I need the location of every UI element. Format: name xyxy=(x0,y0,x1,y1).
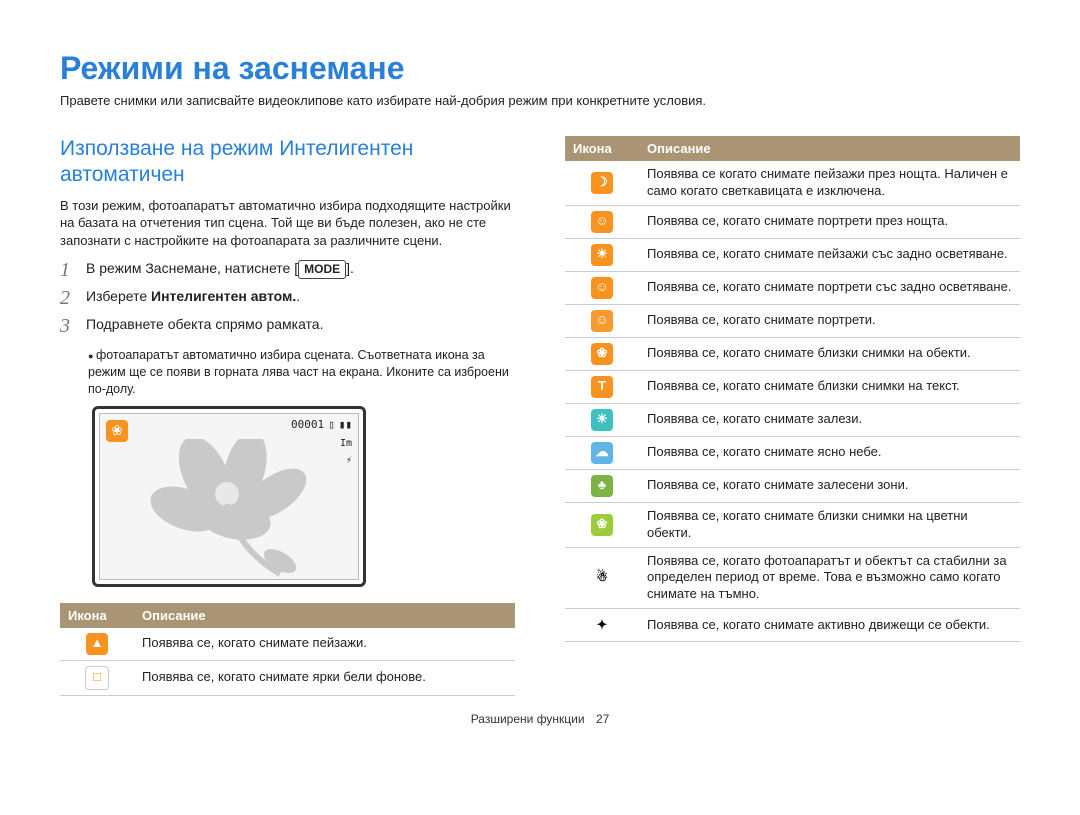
step-number: 3 xyxy=(60,315,86,337)
row-desc: Появява се, когато фотоапаратът и обектъ… xyxy=(639,547,1020,609)
table-row: ☺ Появява се, когато снимате портрети. xyxy=(565,304,1020,337)
shot-counter: 00001 xyxy=(291,418,324,431)
row-icon-cell: ☀ xyxy=(565,238,639,271)
mode-icon: ✦ xyxy=(591,614,613,636)
table-row: ❀ Появява се, когато снимате близки снимк… xyxy=(565,502,1020,547)
row-desc: Появява се, когато снимате пейзажи със з… xyxy=(639,238,1020,271)
row-icon-cell: ✦ xyxy=(565,609,639,642)
table-row: ☃ Появява се, когато фотоапаратът и обект… xyxy=(565,547,1020,609)
table-row: ❀ Появява се, когато снимате близки снимк… xyxy=(565,337,1020,370)
step-3: Подравнете обекта спрямо рамката. xyxy=(86,315,323,334)
mode-icon: ☺ xyxy=(591,277,613,299)
page-number: 27 xyxy=(596,712,609,726)
flower-graphic xyxy=(135,439,315,579)
col-header-desc: Описание xyxy=(639,136,1020,161)
table-row: ♣ Появява се, когато снимате залесени зон… xyxy=(565,469,1020,502)
row-icon-cell: ❀ xyxy=(565,337,639,370)
row-icon-cell: ☺ xyxy=(565,304,639,337)
col-header-icon: Икона xyxy=(60,603,134,628)
left-column: Използване на режим Интелигентен автомат… xyxy=(60,136,515,696)
table-row: ▲ Появява се, когато снимате пейзажи. xyxy=(60,628,515,661)
row-desc: Появява се, когато снимате пейзажи. xyxy=(134,628,515,661)
row-desc: Появява се, когато снимате ясно небе. xyxy=(639,436,1020,469)
row-desc: Появява се, когато снимате залесени зони… xyxy=(639,469,1020,502)
macro-icon: ❀ xyxy=(106,420,128,442)
col-header-icon: Икона xyxy=(565,136,639,161)
mode-icon: ☽ xyxy=(591,172,613,194)
row-desc: Появява се, когато снимате портрети през… xyxy=(639,205,1020,238)
row-icon-cell: ☽ xyxy=(565,161,639,205)
row-desc: Появява се, когато снимате ярки бели фон… xyxy=(134,660,515,695)
row-desc: Появява се, когато снимате близки снимки… xyxy=(639,502,1020,547)
mode-icon: T xyxy=(591,376,613,398)
row-icon-cell: ☺ xyxy=(565,271,639,304)
battery-icon: ▮▮ xyxy=(339,418,352,431)
col-header-desc: Описание xyxy=(134,603,515,628)
table-row: ☽ Появява се когато снимате пейзажи през … xyxy=(565,161,1020,205)
side-indicators: Im ⚡ xyxy=(340,438,352,466)
mode-icon: ☃ xyxy=(591,567,613,589)
row-icon-cell: □ xyxy=(60,660,134,695)
camera-screen-frame: ❀ 00001 ▯ ▮▮ Im ⚡ xyxy=(92,406,366,587)
sd-card-icon: ▯ xyxy=(328,418,335,431)
mode-icon: ☁ xyxy=(591,442,613,464)
row-icon-cell: ☀ xyxy=(565,403,639,436)
row-desc: Появява се, когато снимате портрети със … xyxy=(639,271,1020,304)
mode-icon: ♣ xyxy=(591,475,613,497)
status-bar: 00001 ▯ ▮▮ xyxy=(291,418,352,431)
row-desc: Появява се, когато снимате близки снимки… xyxy=(639,370,1020,403)
row-desc: Появява се, когато снимате близки снимки… xyxy=(639,337,1020,370)
camera-screen: ❀ 00001 ▯ ▮▮ Im ⚡ xyxy=(99,413,359,580)
step-2: Изберете Интелигентен автом.. xyxy=(86,287,300,306)
image-size-indicator: Im xyxy=(340,438,352,449)
row-icon-cell: ♣ xyxy=(565,469,639,502)
mode-icon: ❀ xyxy=(591,514,613,536)
section-heading: Използване на режим Интелигентен автомат… xyxy=(60,136,515,189)
row-desc: Появява се когато снимате пейзажи през н… xyxy=(639,161,1020,205)
mode-icon: ❀ xyxy=(591,343,613,365)
mode-icon: ☀ xyxy=(591,409,613,431)
steps-list: 1 В режим Заснемане, натиснете [MODE]. 2… xyxy=(60,259,515,337)
row-desc: Появява се, когато снимате портрети. xyxy=(639,304,1020,337)
page-title: Режими на заснемане xyxy=(60,50,1020,87)
row-icon-cell: ▲ xyxy=(60,628,134,661)
flash-indicator: ⚡ xyxy=(340,455,352,466)
row-icon-cell: ☃ xyxy=(565,547,639,609)
row-desc: Появява се, когато снимате залези. xyxy=(639,403,1020,436)
mode-icon: ☺ xyxy=(591,211,613,233)
row-icon-cell: T xyxy=(565,370,639,403)
mode-icon: ☀ xyxy=(591,244,613,266)
section-body: В този режим, фотоапаратът автоматично и… xyxy=(60,197,515,250)
table-row: □ Появява се, когато снимате ярки бели фо… xyxy=(60,660,515,695)
row-icon-cell: ❀ xyxy=(565,502,639,547)
step-3-sub: фотоапаратът автоматично избира сцената.… xyxy=(88,347,515,398)
step-1: В режим Заснемане, натиснете [MODE]. xyxy=(86,259,354,278)
table-row: ☁ Появява се, когато снимате ясно небе. xyxy=(565,436,1020,469)
footer-label: Разширени функции xyxy=(471,712,585,726)
table-row: ✦ Появява се, когато снимате активно движ… xyxy=(565,609,1020,642)
row-icon-cell: ☺ xyxy=(565,205,639,238)
mode-icon: □ xyxy=(85,666,109,690)
table-row: ☀ Появява се, когато снимате пейзажи със … xyxy=(565,238,1020,271)
mode-button-label: MODE xyxy=(298,260,346,278)
table-row: ☀ Появява се, когато снимате залези. xyxy=(565,403,1020,436)
step-number: 1 xyxy=(60,259,86,281)
page-intro: Правете снимки или записвайте видеоклипо… xyxy=(60,93,1020,108)
page-footer: Разширени функции 27 xyxy=(60,712,1020,726)
icon-table-right: Икона Описание ☽ Появява се когато снимат… xyxy=(565,136,1020,642)
row-desc: Появява се, когато снимате активно движе… xyxy=(639,609,1020,642)
step-number: 2 xyxy=(60,287,86,309)
step-3-subitem: фотоапаратът автоматично избира сцената.… xyxy=(88,347,515,398)
icon-table-left: Икона Описание ▲ Появява се, когато снима… xyxy=(60,603,515,696)
mode-icon: ▲ xyxy=(86,633,108,655)
table-row: T Появява се, когато снимате близки снимк… xyxy=(565,370,1020,403)
right-column: Икона Описание ☽ Появява се когато снимат… xyxy=(565,136,1020,696)
row-icon-cell: ☁ xyxy=(565,436,639,469)
table-row: ☺ Появява се, когато снимате портрети със… xyxy=(565,271,1020,304)
table-row: ☺ Появява се, когато снимате портрети пре… xyxy=(565,205,1020,238)
mode-icon: ☺ xyxy=(591,310,613,332)
